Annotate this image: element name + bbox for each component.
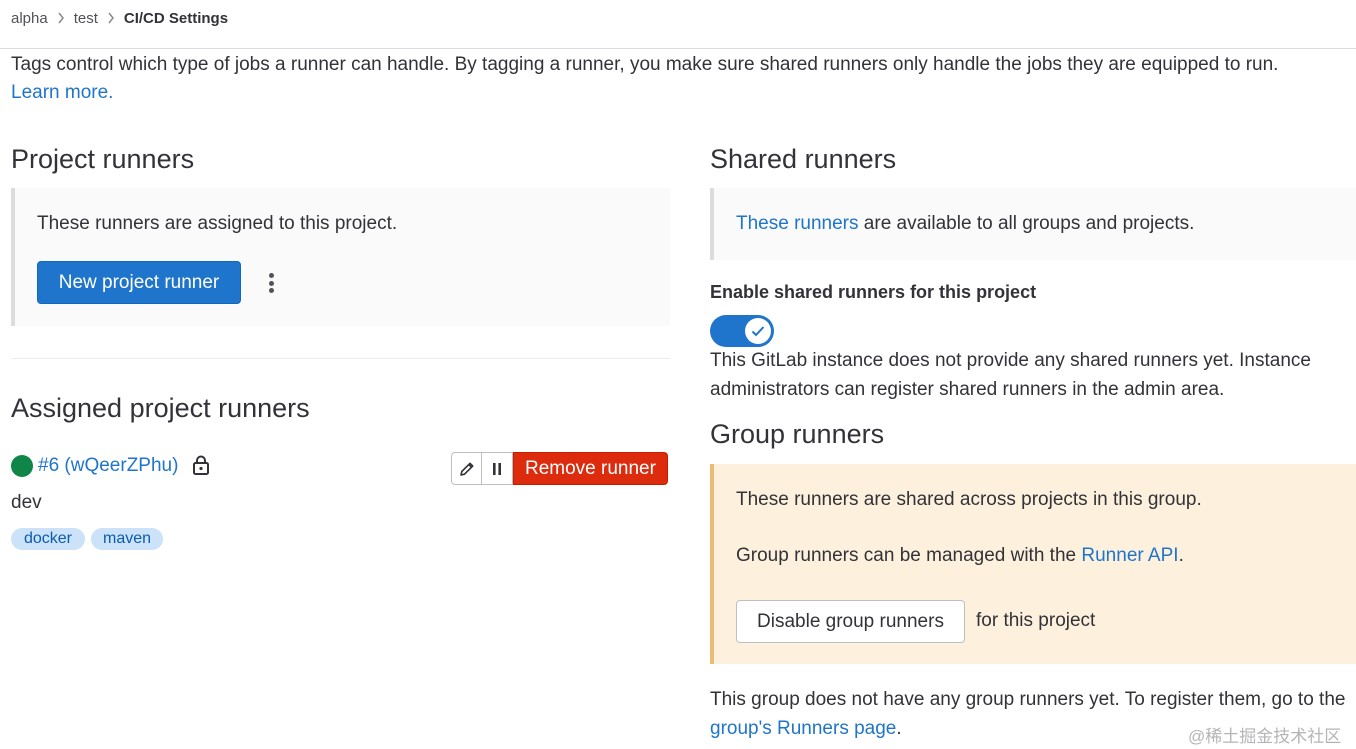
learn-more-link[interactable]: Learn more. [11,82,113,103]
breadcrumb-item-test[interactable]: test [74,10,98,27]
breadcrumb-current[interactable]: CI/CD Settings [124,10,228,27]
shared-runners-toggle[interactable] [710,315,774,347]
runner-status-online-icon [11,455,33,477]
chevron-right-icon [57,12,65,24]
watermark: @稀土掘金技术社区 [1188,727,1342,746]
shared-runners-toggle-label: Enable shared runners for this project [710,282,1037,302]
group-runners-footer-suffix: . [896,718,902,739]
shared-runners-panel-text: are available to all groups and projects… [863,213,1195,234]
breadcrumb-item-alpha[interactable]: alpha [11,10,48,27]
group-runners-panel: These runners are shared across projects… [710,464,1356,664]
lock-icon [192,455,210,480]
header-divider [0,48,1356,49]
disable-group-runners-button[interactable]: Disable group runners [736,600,965,643]
disable-group-runners-suffix: for this project [976,610,1096,631]
project-runners-title: Project runners [11,144,195,174]
pause-runner-button[interactable] [482,452,513,485]
runner-tag-maven: maven [91,528,163,550]
pencil-icon [459,462,473,476]
more-actions-icon[interactable] [267,271,275,295]
shared-runners-panel-line: These runners are available to all group… [736,212,1194,236]
these-runners-link[interactable]: These runners [736,213,859,234]
group-runners-line2-prefix: Group runners can be managed with the [736,545,1077,566]
shared-runners-note: This GitLab instance does not provide an… [710,350,1311,400]
group-runners-title: Group runners [710,419,885,449]
remove-runner-button[interactable]: Remove runner [513,452,668,485]
group-runners-line1: These runners are shared across projects… [736,489,1202,510]
tags-intro-text: Tags control which type of jobs a runner… [11,54,1279,75]
new-project-runner-button[interactable]: New project runner [37,261,241,304]
shared-runners-panel: These runners are available to all group… [710,188,1356,260]
runner-description: dev [11,492,42,513]
project-runners-panel: These runners are assigned to this proje… [11,188,670,326]
project-runners-panel-text: These runners are assigned to this proje… [37,213,398,234]
group-runners-footer-text: This group does not have any group runne… [710,689,1346,710]
edit-runner-button[interactable] [451,452,482,485]
shared-runners-title: Shared runners [710,144,897,174]
group-runners-line2: Group runners can be managed with the Ru… [736,544,1184,568]
chevron-right-icon [107,12,115,24]
tags-intro: Tags control which type of jobs a runner… [11,51,1356,107]
section-divider [11,358,670,359]
pause-icon [493,462,501,475]
group-runners-page-link[interactable]: group's Runners page [710,718,896,739]
runner-actions: Remove runner [451,452,668,485]
assigned-runners-title: Assigned project runners [11,393,310,423]
runner-api-link[interactable]: Runner API [1081,545,1178,566]
runner-tag-docker: docker [11,528,85,550]
check-icon [745,318,771,344]
runner-link[interactable]: #6 (wQeerZPhu) [38,454,178,478]
breadcrumb: alpha test CI/CD Settings [11,8,228,28]
group-runners-line2-suffix: . [1178,545,1184,566]
